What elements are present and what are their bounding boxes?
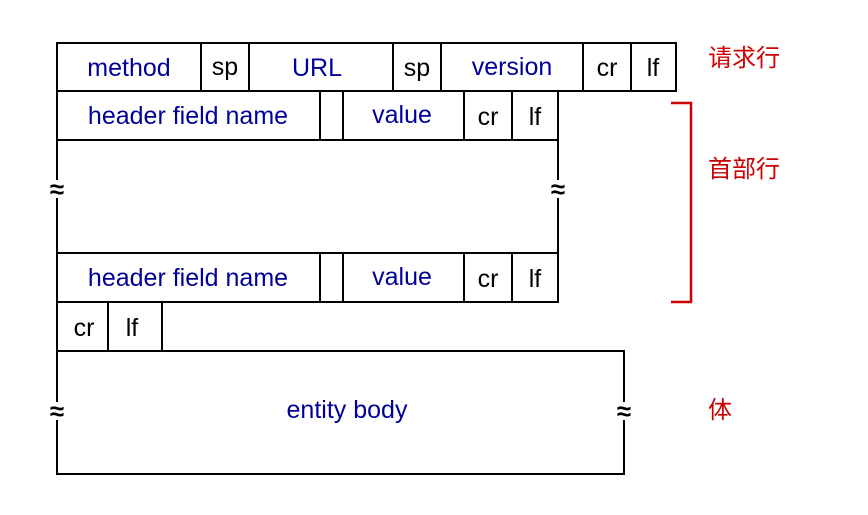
omission-icon: ≈ bbox=[617, 396, 631, 426]
omission-icon: ≈ bbox=[50, 174, 64, 204]
header-name-text: header field name bbox=[88, 264, 288, 292]
header-name-text: header field name bbox=[88, 102, 288, 130]
header-line-1: header field name value cr lf bbox=[56, 90, 559, 141]
lf-text: lf bbox=[126, 314, 139, 342]
header-line-2: header field name value cr lf bbox=[56, 252, 559, 303]
request-line: method sp URL sp version cr lf bbox=[56, 42, 677, 92]
entity-body: ≈ ≈ entity body bbox=[50, 350, 631, 475]
request-line-label: 请求行 bbox=[708, 44, 780, 72]
lf-text: lf bbox=[529, 265, 542, 293]
http-request-format-diagram: method sp URL sp version cr lf header fi… bbox=[50, 42, 780, 475]
version-text: version bbox=[472, 53, 553, 81]
blank-line: cr lf bbox=[56, 301, 163, 352]
cr-text: cr bbox=[478, 103, 499, 131]
omission-icon: ≈ bbox=[551, 174, 565, 204]
omitted-headers: ≈ ≈ bbox=[50, 140, 565, 253]
entity-body-text: entity body bbox=[287, 396, 408, 424]
cr-text: cr bbox=[597, 54, 618, 82]
sp-text: sp bbox=[212, 53, 238, 81]
header-lines-label: 首部行 bbox=[708, 155, 780, 183]
url-text: URL bbox=[292, 54, 342, 82]
separator-cell bbox=[319, 252, 344, 303]
sp-text: sp bbox=[404, 54, 430, 82]
body-label: 体 bbox=[708, 396, 732, 424]
omission-icon: ≈ bbox=[50, 396, 64, 426]
cr-text: cr bbox=[478, 265, 499, 293]
lf-text: lf bbox=[647, 54, 660, 82]
header-lines-bracket bbox=[671, 101, 693, 304]
lf-text: lf bbox=[529, 103, 542, 131]
method-text: method bbox=[87, 54, 170, 82]
value-text: value bbox=[372, 263, 432, 291]
cr-text: cr bbox=[74, 314, 95, 342]
separator-cell bbox=[319, 90, 344, 141]
value-text: value bbox=[372, 101, 432, 129]
